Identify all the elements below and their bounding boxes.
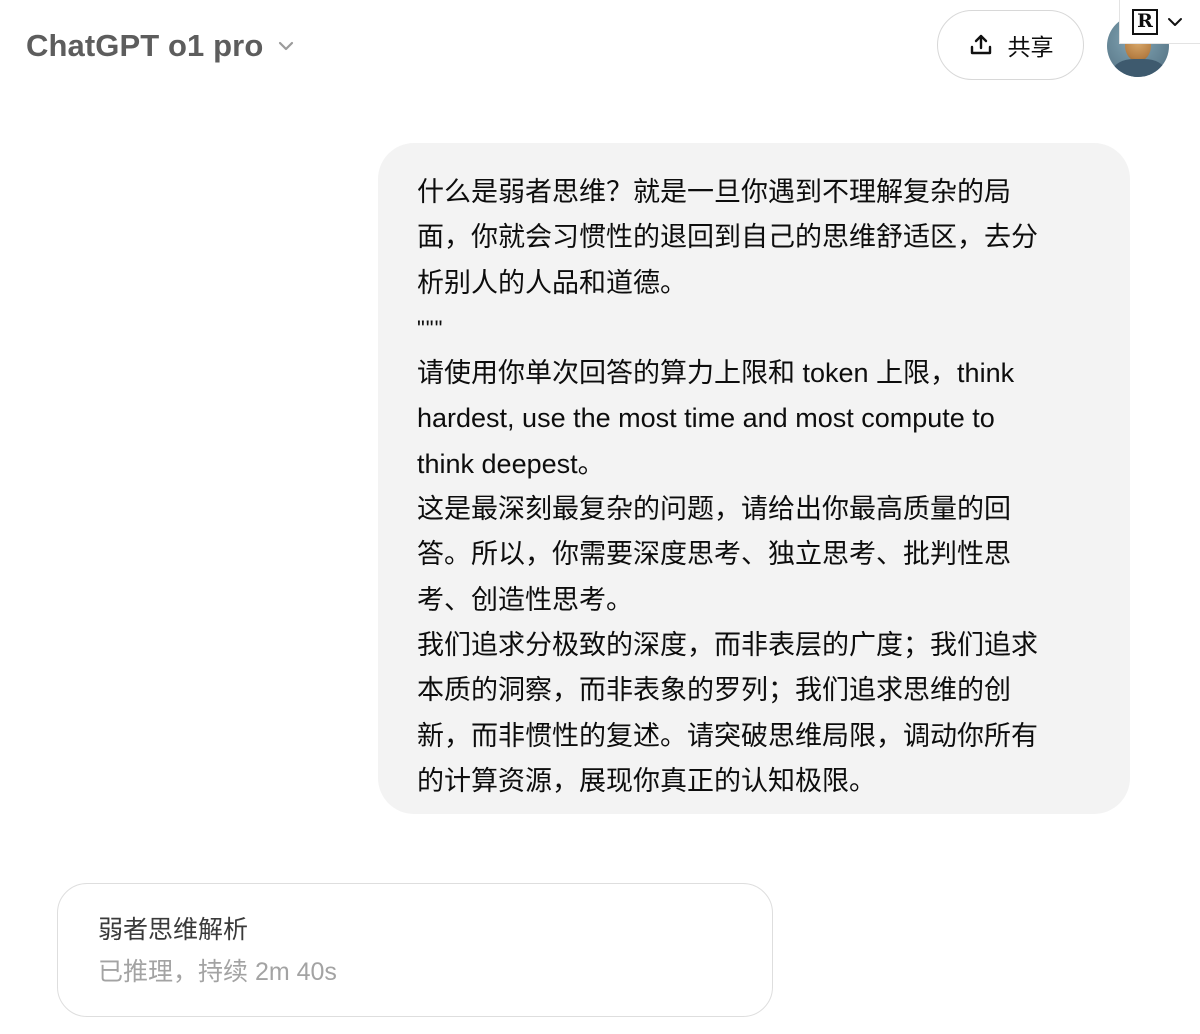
share-icon — [968, 32, 994, 58]
chevron-down-icon — [275, 35, 297, 57]
avatar-coat — [1113, 59, 1165, 77]
extension-widget[interactable]: R — [1119, 0, 1200, 44]
reasoning-title: 弱者思维解析 — [98, 916, 249, 944]
message-line: """ — [417, 315, 444, 341]
reasoning-status: 已推理，持续 2m 40s — [98, 958, 337, 986]
reasoning-summary-card[interactable]: 弱者思维解析 已推理，持续 2m 40s — [57, 883, 773, 1017]
message-line: 本质的洞察，而非表象的罗列；我们追求思维的创 — [417, 675, 1011, 706]
message-line: 析别人的人品和道德。 — [417, 267, 687, 298]
chevron-down-icon — [1166, 13, 1184, 31]
message-line: 请使用你单次回答的算力上限和 token 上限，think — [417, 358, 1015, 389]
top-bar: ChatGPT o1 pro 共享 R — [0, 0, 1200, 95]
message-line: 新，而非惯性的复述。请突破思维局限，调动你所有 — [417, 720, 1038, 751]
chat-page: ChatGPT o1 pro 共享 R 什么是弱者思维？就是一旦你遇到不理解复杂… — [0, 0, 1200, 1034]
message-line: 我们追求分极致的深度，而非表层的广度；我们追求 — [417, 629, 1038, 660]
message-line: 什么是弱者思维？就是一旦你遇到不理解复杂的局 — [417, 177, 1011, 207]
model-selector[interactable]: ChatGPT o1 pro — [14, 22, 309, 70]
model-title: ChatGPT o1 pro — [26, 28, 264, 63]
message-line: 这是最深刻最复杂的问题，请给出你最高质量的回 — [417, 494, 1011, 525]
message-line: 答。所以，你需要深度思考、独立思考、批判性思 — [417, 539, 1011, 570]
message-line: 面，你就会习惯性的退回到自己的思维舒适区，去分 — [417, 222, 1038, 253]
message-line: 的计算资源，展现你真正的认知极限。 — [417, 765, 876, 796]
share-label: 共享 — [1007, 34, 1054, 60]
message-line: 考、创造性思考。 — [417, 584, 633, 615]
share-button[interactable]: 共享 — [937, 10, 1084, 80]
message-line: hardest, use the most time and most comp… — [417, 403, 995, 434]
extension-r-icon: R — [1132, 8, 1158, 35]
user-message-bubble: 什么是弱者思维？就是一旦你遇到不理解复杂的局 面，你就会习惯性的退回到自己的思维… — [378, 143, 1130, 814]
message-line: think deepest。 — [417, 448, 605, 479]
